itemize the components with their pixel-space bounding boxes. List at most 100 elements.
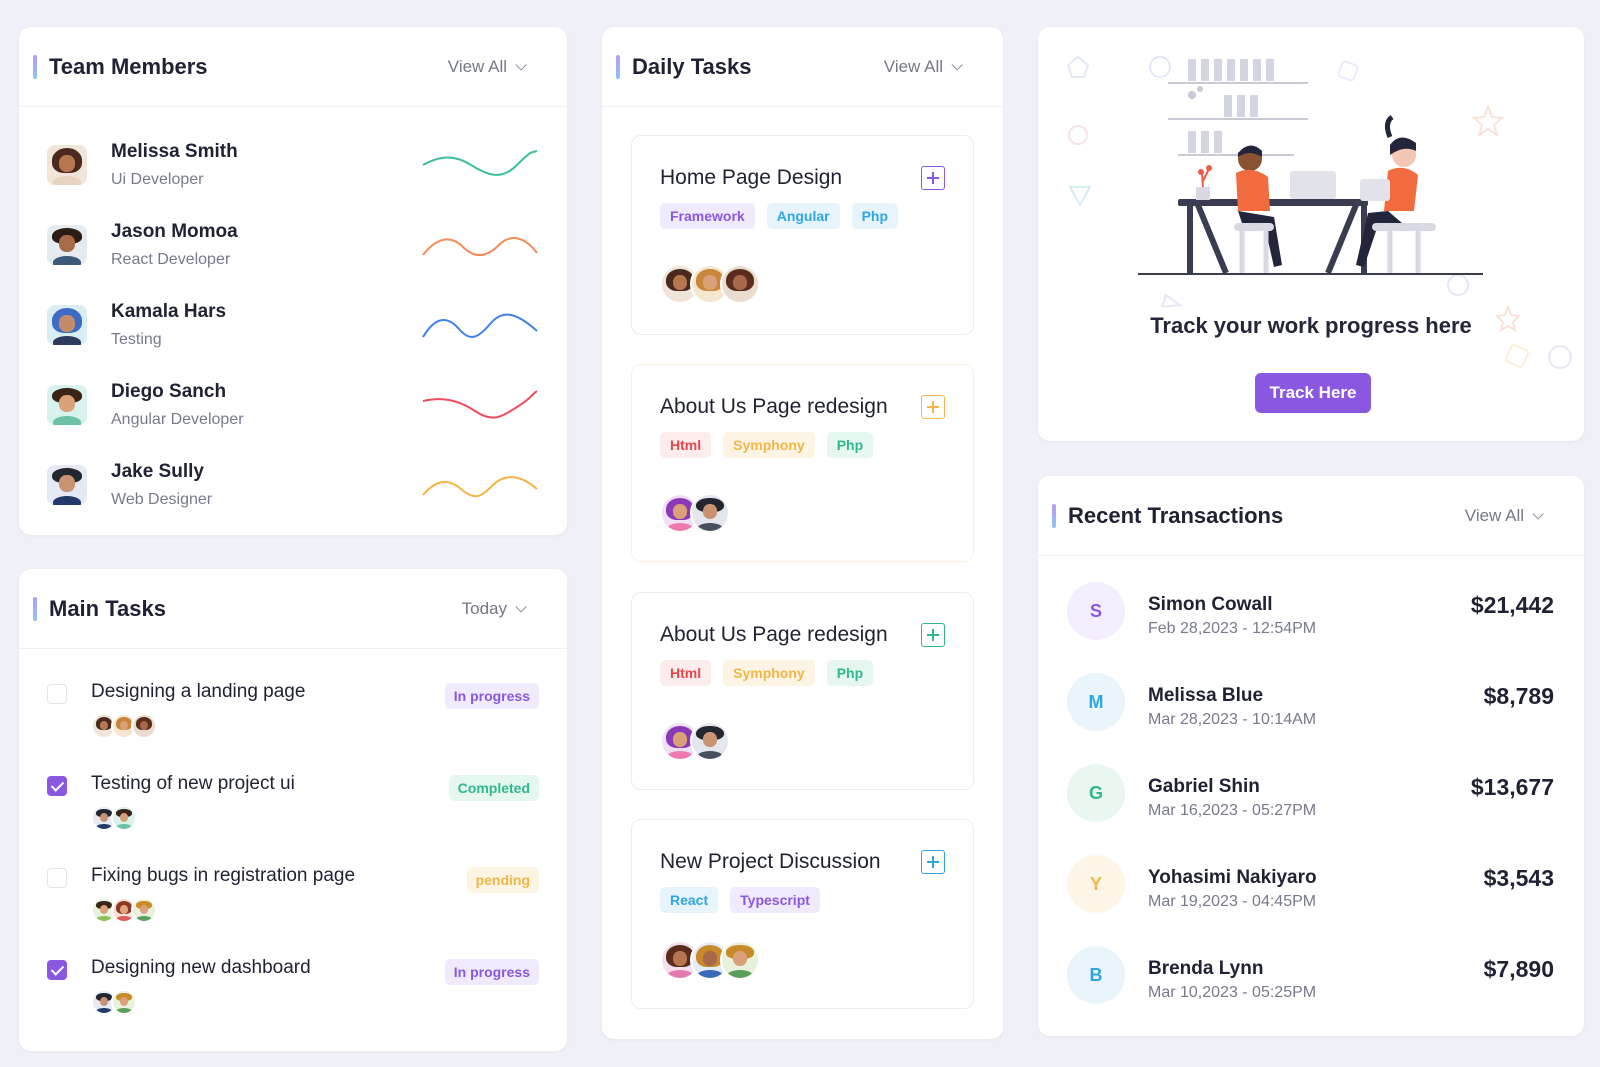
assignee-avatars <box>660 264 760 304</box>
member-name: Melissa Smith <box>111 141 238 162</box>
workspace-illustration <box>1066 55 1505 307</box>
daily-task-card[interactable]: New Project Discussion React Typescript <box>631 819 974 1009</box>
view-all-button[interactable]: View All <box>448 57 527 77</box>
add-icon[interactable] <box>921 395 945 419</box>
task-title: Fixing bugs in registration page <box>91 865 356 886</box>
chevron-down-icon <box>515 600 527 613</box>
task-row: Designing new dashboard In progress <box>19 943 567 1035</box>
avatar <box>47 145 87 185</box>
transaction-name: Gabriel Shin <box>1148 776 1260 797</box>
add-icon[interactable] <box>921 623 945 647</box>
title-accent-bar <box>616 54 620 79</box>
avatar <box>47 305 87 345</box>
transaction-amount: $13,677 <box>1470 774 1554 800</box>
avatar <box>131 713 157 739</box>
task-checkbox[interactable] <box>47 868 67 888</box>
team-members-header: Team Members View All <box>19 27 567 107</box>
assignee-avatars <box>660 940 760 980</box>
tag: Php <box>851 203 899 229</box>
add-icon[interactable] <box>921 166 945 190</box>
member-role: Ui Developer <box>111 171 204 188</box>
team-member-row[interactable]: Jason Momoa React Developer <box>19 205 567 285</box>
assignee-avatars <box>660 493 730 533</box>
avatar <box>47 385 87 425</box>
tag-list: Html Symphony Php <box>660 432 874 458</box>
transaction-row[interactable]: B Brenda Lynn Mar 10,2023 - 05:25PM $7,8… <box>1038 930 1584 1021</box>
member-role: Web Designer <box>111 491 213 508</box>
task-checkbox[interactable] <box>47 776 67 796</box>
transaction-avatar: B <box>1067 946 1125 1004</box>
task-title: Designing a landing page <box>91 681 306 702</box>
recent-transactions-card: Recent Transactions View All S Simon Cow… <box>1038 476 1584 1036</box>
team-members-card: Team Members View All Melissa Smith Ui De… <box>19 27 567 535</box>
task-row: Testing of new project ui Completed <box>19 759 567 851</box>
status-badge: In progress <box>444 959 539 985</box>
track-progress-card: Track your work progress here Track Here <box>1038 27 1584 441</box>
add-icon[interactable] <box>921 850 945 874</box>
transaction-amount: $8,789 <box>1483 683 1554 709</box>
transaction-avatar: G <box>1067 764 1125 822</box>
transaction-row[interactable]: G Gabriel Shin Mar 16,2023 - 05:27PM $13… <box>1038 748 1584 839</box>
daily-task-title: Home Page Design <box>660 166 843 189</box>
transaction-row[interactable]: M Melissa Blue Mar 28,2023 - 10:14AM $8,… <box>1038 657 1584 748</box>
team-member-row[interactable]: Kamala Hars Testing <box>19 285 567 365</box>
transaction-row[interactable]: Y Yohasimi Nakiyaro Mar 19,2023 - 04:45P… <box>1038 839 1584 930</box>
avatar <box>111 805 137 831</box>
title-accent-bar <box>1052 503 1056 528</box>
sparkline-chart <box>422 150 538 176</box>
transaction-avatar: S <box>1067 582 1125 640</box>
daily-task-title: New Project Discussion <box>660 850 881 873</box>
member-name: Jake Sully <box>111 461 204 482</box>
status-badge: Completed <box>448 775 539 801</box>
tag-list: React Typescript <box>660 887 820 913</box>
task-checkbox[interactable] <box>47 684 67 704</box>
recent-transactions-header: Recent Transactions View All <box>1038 476 1584 556</box>
transaction-name: Simon Cowall <box>1148 594 1273 615</box>
tag: Php <box>826 660 874 686</box>
daily-task-title: About Us Page redesign <box>660 395 888 418</box>
daily-task-title: About Us Page redesign <box>660 623 888 646</box>
transaction-datetime: Mar 16,2023 - 05:27PM <box>1148 802 1317 819</box>
transaction-datetime: Mar 28,2023 - 10:14AM <box>1148 711 1317 728</box>
avatar <box>690 493 730 533</box>
daily-task-card[interactable]: About Us Page redesign Html Symphony Php <box>631 364 974 562</box>
status-badge: pending <box>466 867 539 893</box>
task-row: Designing a landing page In progress <box>19 667 567 759</box>
view-all-button[interactable]: View All <box>884 57 963 77</box>
transaction-datetime: Feb 28,2023 - 12:54PM <box>1148 620 1317 637</box>
chevron-down-icon <box>951 58 963 71</box>
avatar <box>720 264 760 304</box>
task-checkbox[interactable] <box>47 960 67 980</box>
tag: React <box>660 887 719 913</box>
filter-dropdown[interactable]: Today <box>462 599 527 619</box>
team-member-row[interactable]: Jake Sully Web Designer <box>19 445 567 525</box>
tag-list: Framework Angular Php <box>660 203 899 229</box>
team-member-row[interactable]: Melissa Smith Ui Developer <box>19 125 567 205</box>
tag: Symphony <box>723 432 815 458</box>
card-title: Team Members <box>49 53 208 79</box>
chevron-down-icon <box>515 58 527 71</box>
track-here-button[interactable]: Track Here <box>1255 373 1371 413</box>
assignee-avatars <box>91 713 157 739</box>
sparkline-chart <box>422 313 538 338</box>
member-role: React Developer <box>111 251 231 268</box>
sparkline-chart <box>422 390 538 419</box>
status-badge: In progress <box>444 683 539 709</box>
tag: Framework <box>660 203 755 229</box>
tag: Angular <box>766 203 840 229</box>
main-tasks-header: Main Tasks Today <box>19 569 567 649</box>
daily-task-card[interactable]: About Us Page redesign Html Symphony Php <box>631 592 974 790</box>
daily-task-card[interactable]: Home Page Design Framework Angular Php <box>631 135 974 335</box>
view-all-button[interactable]: View All <box>1465 506 1544 526</box>
avatar <box>690 721 730 761</box>
assignee-avatars <box>91 989 137 1015</box>
card-title: Daily Tasks <box>632 53 752 79</box>
tag: Html <box>660 432 712 458</box>
team-member-row[interactable]: Diego Sanch Angular Developer <box>19 365 567 445</box>
avatar <box>47 225 87 265</box>
transaction-row[interactable]: S Simon Cowall Feb 28,2023 - 12:54PM $21… <box>1038 566 1584 657</box>
tag: Php <box>826 432 874 458</box>
daily-tasks-header: Daily Tasks View All <box>602 27 1003 107</box>
tag: Typescript <box>730 887 820 913</box>
member-role: Testing <box>111 331 162 348</box>
